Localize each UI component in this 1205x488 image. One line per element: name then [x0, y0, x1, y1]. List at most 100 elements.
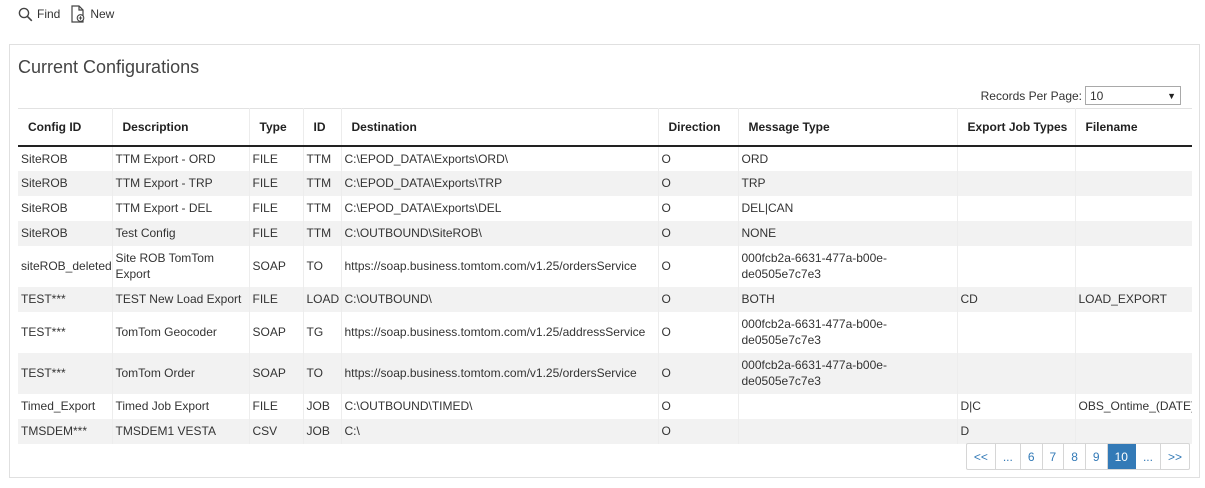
table-cell: TMSDEM***: [18, 418, 113, 444]
table-cell: Timed_Export: [18, 393, 113, 419]
table-cell: SOAP: [249, 311, 304, 353]
column-header[interactable]: Type: [249, 108, 304, 147]
table-cell: Timed Job Export: [112, 393, 250, 419]
table-row[interactable]: SiteROB TTM Export - DEL FILE TTM C:\EPOD_DA…: [18, 195, 1192, 221]
table-cell: [738, 393, 958, 419]
search-icon: [18, 7, 33, 21]
table-cell: JOB: [303, 393, 342, 419]
table-row[interactable]: siteROB_deleted Site ROB TomTom Export SOA…: [18, 245, 1192, 287]
table-cell: Test Config: [112, 220, 250, 246]
table-cell: C:\: [341, 418, 659, 444]
table-row[interactable]: SiteROB TTM Export - TRP FILE TTM C:\EPOD_DA…: [18, 170, 1192, 196]
table-row[interactable]: TMSDEM*** TMSDEM1 VESTA CSV JOB C:\ O D: [18, 418, 1192, 444]
chevron-down-icon: ▼: [1167, 90, 1176, 101]
table-cell: TTM: [303, 195, 342, 221]
table-cell: [957, 170, 1076, 196]
table-cell: BOTH: [738, 286, 958, 312]
records-per-page: Records Per Page: 10 ▼: [981, 86, 1181, 105]
configurations-panel: Current Configurations Records Per Page:…: [9, 44, 1200, 478]
records-per-page-value: 10: [1090, 88, 1104, 103]
table-cell: TEST***: [18, 311, 113, 353]
page-link[interactable]: 7: [1043, 444, 1065, 469]
table-cell: FILE: [249, 170, 304, 196]
table-cell: [1075, 246, 1192, 287]
table-cell: TTM: [303, 220, 342, 246]
table-cell: [1075, 312, 1192, 353]
table-cell: SiteROB: [18, 220, 113, 246]
table-cell: TTM Export - DEL: [112, 195, 250, 221]
page-link[interactable]: 6: [1021, 444, 1043, 469]
column-header[interactable]: Filename: [1075, 108, 1192, 147]
first-page-button[interactable]: <<: [967, 444, 996, 469]
table-row[interactable]: SiteROB TTM Export - ORD FILE TTM C:\EPOD_DA…: [18, 145, 1192, 171]
table-cell: https://soap.business.tomtom.com/v1.25/a…: [341, 311, 659, 353]
table-cell: O: [658, 286, 739, 312]
table-cell: FILE: [249, 393, 304, 419]
table-cell: TEST New Load Export: [112, 286, 250, 312]
table-body: SiteROB TTM Export - ORD FILE TTM C:\EPOD_DA…: [18, 145, 1192, 444]
table-cell: TTM Export - TRP: [112, 170, 250, 196]
find-button[interactable]: Find: [18, 7, 60, 22]
table-cell: TO: [303, 352, 342, 394]
new-label: New: [90, 7, 115, 21]
column-header[interactable]: Export Job Types: [957, 108, 1076, 147]
table-cell: TomTom Order: [112, 352, 250, 394]
page-link[interactable]: 8: [1064, 444, 1086, 469]
table-cell: C:\EPOD_DATA\Exports\TRP: [341, 170, 659, 196]
page-ellipsis[interactable]: ...: [1136, 444, 1161, 469]
page-link[interactable]: 10: [1107, 444, 1136, 469]
page-link[interactable]: 9: [1086, 444, 1108, 469]
column-header[interactable]: Direction: [658, 108, 739, 147]
table-cell: [1075, 418, 1192, 444]
table-cell: TTM: [303, 145, 342, 171]
table-cell: [957, 145, 1076, 171]
table-cell: TMSDEM1 VESTA: [112, 418, 250, 444]
table-cell: [957, 245, 1076, 287]
configurations-table: Config ID Description Type ID Destination Dir…: [18, 108, 1192, 444]
records-per-page-label: Records Per Page:: [980, 88, 1082, 103]
table-row[interactable]: TEST*** TomTom Order SOAP TO https://soap.bu…: [18, 352, 1192, 394]
table-cell: C:\EPOD_DATA\Exports\DEL: [341, 195, 659, 221]
table-row[interactable]: Timed_Export Timed Job Export FILE JOB C:\OU…: [18, 393, 1192, 419]
table-cell: SOAP: [249, 245, 304, 287]
table-cell: O: [658, 195, 739, 221]
new-document-icon: [71, 5, 85, 23]
column-header[interactable]: Config ID: [18, 108, 113, 147]
table-cell: 000fcb2a-6631-477a-b00e-de0505e7c7e3: [738, 245, 958, 287]
new-button[interactable]: New: [70, 5, 114, 23]
column-header[interactable]: Destination: [341, 108, 659, 147]
column-header[interactable]: Message Type: [738, 108, 958, 147]
table-row[interactable]: TEST*** TomTom Geocoder SOAP TG https://soap…: [18, 311, 1192, 353]
table-cell: SiteROB: [18, 195, 113, 221]
table-cell: O: [658, 170, 739, 196]
table-cell: TO: [303, 245, 342, 287]
page-ellipsis[interactable]: ...: [996, 444, 1021, 469]
table-cell: O: [658, 245, 739, 287]
toolbar: Find New: [18, 5, 124, 23]
table-row[interactable]: SiteROB Test Config FILE TTM C:\OUTBOUND\Sit…: [18, 220, 1192, 246]
table-cell: FILE: [249, 220, 304, 246]
table-cell: FILE: [249, 286, 304, 312]
table-cell: ORD: [738, 145, 958, 171]
table-cell: C:\OUTBOUND\SiteROB\: [341, 220, 659, 246]
find-label: Find: [37, 7, 61, 21]
pagination: <<... 6 7 8 9 10... >>: [965, 443, 1190, 470]
table-cell: [1075, 220, 1192, 246]
table-cell: D: [957, 418, 1076, 444]
table-cell: O: [658, 145, 739, 171]
column-header[interactable]: ID: [303, 108, 342, 147]
table-cell: [957, 311, 1076, 353]
table-cell: SOAP: [249, 352, 304, 394]
column-header[interactable]: Description: [112, 108, 250, 147]
records-per-page-select[interactable]: 10 ▼: [1085, 86, 1181, 105]
table-cell: D|C: [957, 393, 1076, 419]
table-cell: TG: [303, 311, 342, 353]
table-cell: O: [658, 393, 739, 419]
table-cell: FILE: [249, 195, 304, 221]
table-row[interactable]: TEST*** TEST New Load Export FILE LOAD C:\OU…: [18, 286, 1192, 312]
last-page-button[interactable]: >>: [1161, 444, 1189, 469]
table-cell: O: [658, 418, 739, 444]
table-cell: [957, 220, 1076, 246]
table-cell: 000fcb2a-6631-477a-b00e-de0505e7c7e3: [738, 311, 958, 353]
table-cell: LOAD: [303, 286, 342, 312]
